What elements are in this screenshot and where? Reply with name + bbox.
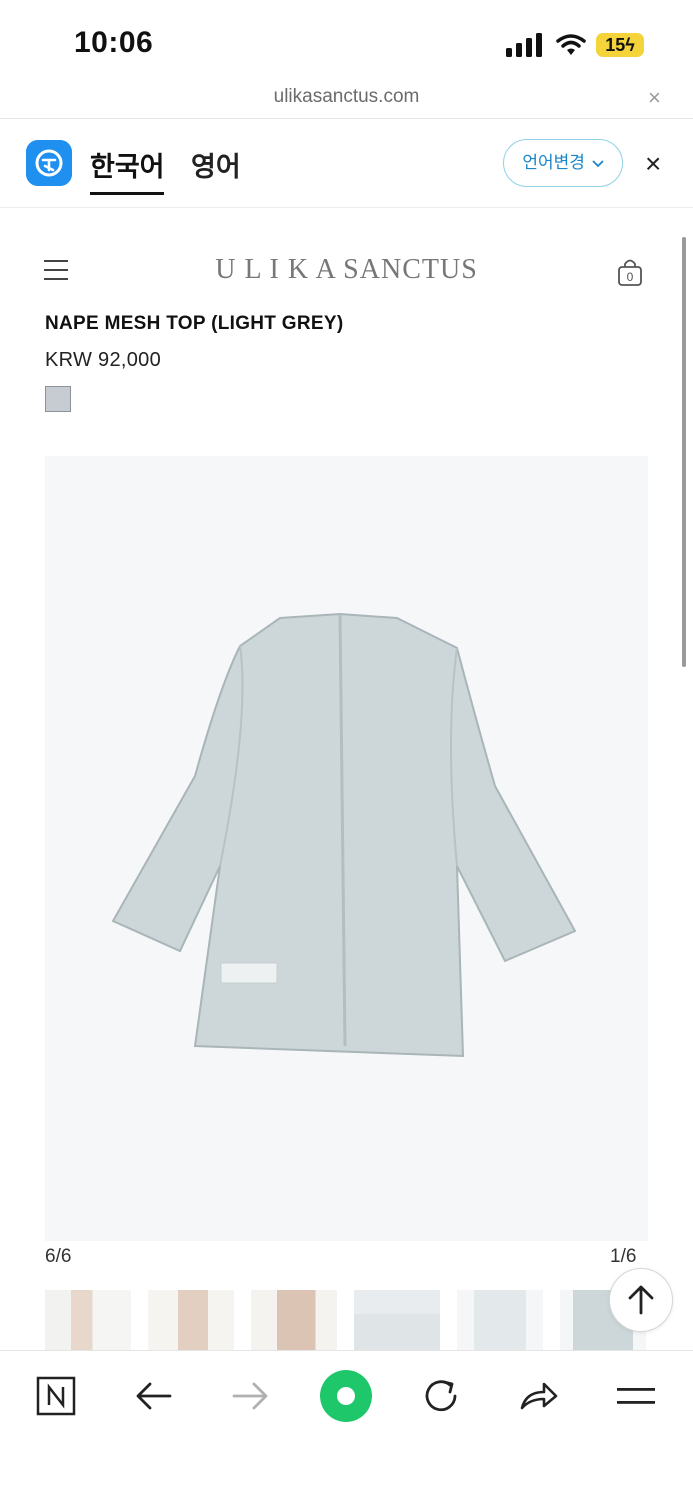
arrow-up-icon xyxy=(628,1285,654,1315)
tab-korean[interactable]: 한국어 xyxy=(90,145,165,184)
share-icon[interactable] xyxy=(514,1372,562,1420)
wifi-icon xyxy=(556,34,586,55)
battery-indicator: 15ϟ xyxy=(596,33,644,57)
cart-button[interactable]: 0 xyxy=(617,257,643,287)
image-counter-right: 1/6 xyxy=(610,1246,637,1267)
translator-logo-icon xyxy=(26,140,72,186)
back-arrow-icon[interactable] xyxy=(130,1372,178,1420)
divider xyxy=(0,118,693,119)
thumbnail-strip xyxy=(45,1290,648,1350)
battery-level: 15 xyxy=(605,35,626,55)
url-text[interactable]: ulikasanctus.com xyxy=(0,86,693,108)
cart-count: 0 xyxy=(626,270,634,284)
status-time: 10:06 xyxy=(74,26,154,59)
url-close-icon[interactable]: × xyxy=(648,85,661,111)
scrollbar[interactable] xyxy=(682,237,686,667)
change-language-label: 언어변경 xyxy=(522,153,585,172)
cellular-signal-icon xyxy=(506,33,542,57)
thumbnail-2[interactable] xyxy=(148,1290,234,1350)
divider xyxy=(0,207,693,208)
charging-bolt-icon: ϟ xyxy=(625,35,635,55)
naver-home-icon[interactable] xyxy=(32,1372,80,1420)
forward-arrow-icon[interactable] xyxy=(226,1372,274,1420)
menu-icon[interactable] xyxy=(612,1372,660,1420)
product-title: NAPE MESH TOP (LIGHT GREY) xyxy=(45,313,344,334)
product-image[interactable] xyxy=(45,456,648,1241)
mesh-top-garment-image xyxy=(45,456,648,1241)
color-swatch[interactable] xyxy=(45,386,71,412)
image-counter-left: 6/6 xyxy=(45,1246,72,1267)
thumbnail-1[interactable] xyxy=(45,1290,131,1350)
translate-close-icon[interactable]: × xyxy=(645,148,661,180)
chevron-down-icon xyxy=(592,159,604,167)
thumbnail-4[interactable] xyxy=(354,1290,440,1350)
site-logo[interactable]: U L I K A SANCTUS xyxy=(0,254,693,286)
active-tab-underline xyxy=(90,192,164,195)
green-voice-icon[interactable] xyxy=(319,1369,373,1423)
change-language-button[interactable]: 언어변경 xyxy=(503,139,623,187)
reload-icon[interactable] xyxy=(417,1372,465,1420)
product-price: KRW 92,000 xyxy=(45,349,162,371)
thumbnail-3[interactable] xyxy=(251,1290,337,1350)
thumbnail-5[interactable] xyxy=(457,1290,543,1350)
scroll-to-top-button[interactable] xyxy=(609,1268,673,1332)
tab-english[interactable]: 영어 xyxy=(191,145,241,184)
